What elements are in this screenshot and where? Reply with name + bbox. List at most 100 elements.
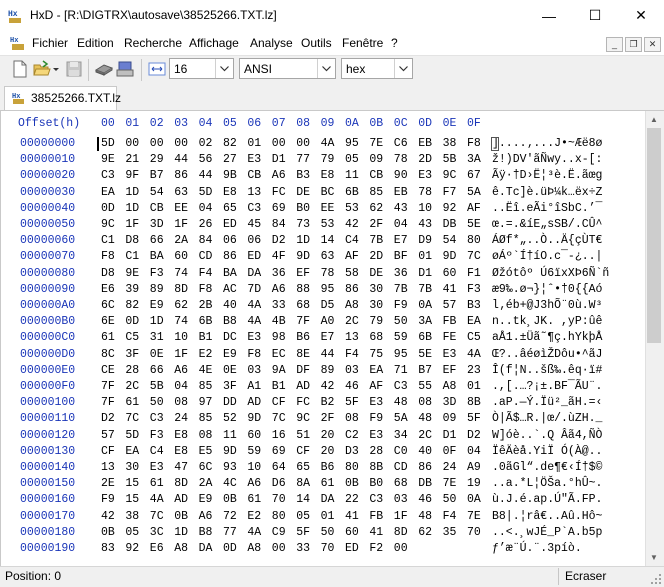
hex-byte[interactable]: 10 (174, 331, 192, 344)
hex-byte[interactable]: 43 (394, 202, 412, 215)
hex-byte[interactable]: E3 (150, 461, 168, 474)
hex-byte[interactable]: 9C (101, 218, 119, 231)
hex-byte[interactable]: C4 (345, 234, 363, 247)
hex-byte[interactable]: 7E (443, 477, 461, 490)
hex-byte[interactable]: 40 (418, 445, 436, 458)
hex-byte[interactable]: D2 (101, 412, 119, 425)
hex-byte[interactable]: E5 (199, 445, 217, 458)
hex-byte[interactable]: 28 (369, 445, 387, 458)
hex-byte[interactable]: 13 (345, 331, 363, 344)
hex-byte[interactable]: F8 (101, 250, 119, 263)
hex-byte[interactable]: 48 (418, 412, 436, 425)
menu-recherche[interactable]: Recherche (124, 36, 182, 50)
hex-byte[interactable]: 78 (418, 186, 436, 199)
hex-byte[interactable]: 5B (150, 380, 168, 393)
hex-byte[interactable]: 2F (369, 218, 387, 231)
hex-byte[interactable]: 14 (321, 234, 339, 247)
hex-byte[interactable]: F3 (150, 267, 168, 280)
hex-byte[interactable]: 13 (101, 461, 119, 474)
hex-byte[interactable]: 69 (272, 445, 290, 458)
hex-byte[interactable]: 20 (321, 429, 339, 442)
hex-byte[interactable]: E9 (199, 493, 217, 506)
hex-byte[interactable]: FB (369, 510, 387, 523)
hex-byte[interactable]: 3C (150, 526, 168, 539)
hex-byte[interactable]: 4A (467, 348, 485, 361)
hex-byte[interactable]: 54 (150, 186, 168, 199)
hex-byte[interactable]: E8 (174, 429, 192, 442)
hex-byte[interactable]: AD (174, 493, 192, 506)
hex-byte[interactable]: FE (443, 331, 461, 344)
hex-byte[interactable]: E3 (247, 331, 265, 344)
hex-byte[interactable]: F4 (199, 267, 217, 280)
hex-byte[interactable]: BC (321, 186, 339, 199)
hex-byte[interactable]: 30 (125, 461, 143, 474)
hex-byte[interactable]: 00 (272, 542, 290, 555)
hex-byte[interactable]: 70 (321, 542, 339, 555)
hex-byte[interactable]: 8A (296, 477, 314, 490)
hex-byte[interactable]: 3A (467, 153, 485, 166)
ascii-row[interactable]: n..tk¸JK. ,yP:ûê (492, 315, 602, 328)
hex-byte[interactable]: 2E (101, 477, 119, 490)
hex-byte[interactable]: C3 (394, 380, 412, 393)
hex-byte[interactable]: 42 (321, 380, 339, 393)
ascii-row[interactable]: Î(f¦N..šß‰.êq·ï# (492, 364, 602, 377)
hex-byte[interactable]: 52 (223, 412, 241, 425)
menu-fichier[interactable]: Fichier (32, 36, 68, 50)
hex-byte[interactable]: A8 (345, 299, 363, 312)
hex-byte[interactable]: 68 (296, 299, 314, 312)
ascii-row[interactable]: ù.J.é.ap.Ú"Ã.FP. (492, 493, 602, 506)
hex-byte[interactable]: 4C (223, 477, 241, 490)
hex-byte[interactable]: 33 (296, 542, 314, 555)
mdi-restore-button[interactable]: ❐ (625, 37, 642, 52)
hex-byte[interactable]: 1F (174, 218, 192, 231)
hex-byte[interactable]: A9 (467, 461, 485, 474)
hex-byte[interactable]: F8 (199, 283, 217, 296)
hex-byte[interactable]: 5A (394, 412, 412, 425)
hex-byte[interactable]: DA (247, 267, 265, 280)
hex-byte[interactable]: E3 (443, 348, 461, 361)
hex-byte[interactable]: 04 (394, 218, 412, 231)
hex-byte[interactable]: DF (296, 364, 314, 377)
hex-byte[interactable]: 42 (345, 218, 363, 231)
hex-byte[interactable]: 6B (418, 331, 436, 344)
hex-byte[interactable]: 86 (223, 250, 241, 263)
hex-byte[interactable]: 1D (150, 315, 168, 328)
hex-byte[interactable]: 84 (199, 234, 217, 247)
hex-byte[interactable]: F9 (394, 299, 412, 312)
hex-byte[interactable]: 70 (467, 526, 485, 539)
hex-byte[interactable]: EB (394, 186, 412, 199)
hex-byte[interactable]: 5F (345, 396, 363, 409)
hex-byte[interactable]: 30 (369, 299, 387, 312)
hex-byte[interactable]: 08 (174, 396, 192, 409)
hex-byte[interactable]: 7C (467, 250, 485, 263)
offset-base-select[interactable]: hex (341, 58, 413, 79)
hex-byte[interactable]: 2C (125, 380, 143, 393)
hex-byte[interactable]: 3A (418, 315, 436, 328)
hex-byte[interactable]: 61 (247, 493, 265, 506)
hex-byte[interactable]: 08 (199, 429, 217, 442)
hex-byte[interactable]: EA (101, 186, 119, 199)
hex-byte[interactable]: 61 (321, 477, 339, 490)
hex-byte[interactable]: 00 (150, 137, 168, 150)
hex-byte[interactable]: 2B (199, 299, 217, 312)
hex-byte[interactable]: BF (394, 250, 412, 263)
hex-byte[interactable]: E7 (394, 234, 412, 247)
hex-byte[interactable]: 85 (199, 380, 217, 393)
menu-analyse[interactable]: Analyse (250, 36, 293, 50)
hex-byte[interactable]: 59 (247, 445, 265, 458)
hex-byte[interactable]: 50 (443, 493, 461, 506)
save-disk-icon[interactable] (65, 60, 83, 78)
mdi-minimize-button[interactable]: _ (606, 37, 623, 52)
hex-byte[interactable]: B8 (199, 526, 217, 539)
ascii-row[interactable]: ]....‚...J•~Æë8ø (492, 137, 602, 150)
hex-byte[interactable]: FC (272, 186, 290, 199)
ascii-row[interactable]: ..Ëî.eÃi°îSbC.’¯ (492, 202, 602, 215)
hex-byte[interactable]: AF (345, 250, 363, 263)
hex-byte[interactable]: AC (223, 283, 241, 296)
hex-byte[interactable]: EA (125, 445, 143, 458)
hex-byte[interactable]: 8E (296, 348, 314, 361)
hex-byte[interactable]: 41 (345, 510, 363, 523)
hex-byte[interactable]: 63 (174, 186, 192, 199)
hex-byte[interactable]: 23 (467, 364, 485, 377)
hex-byte[interactable]: 6C (199, 461, 217, 474)
